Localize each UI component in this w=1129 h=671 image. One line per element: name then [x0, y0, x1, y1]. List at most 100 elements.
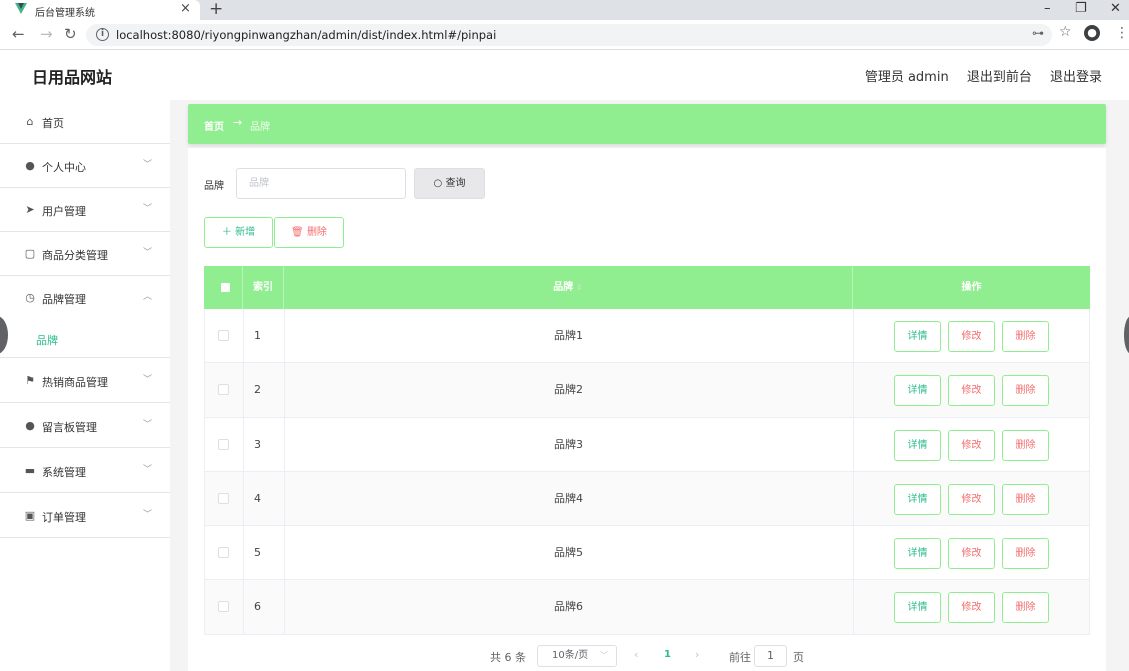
reload-icon[interactable]: ↻: [64, 25, 77, 43]
goto-page-input[interactable]: 1: [754, 645, 787, 667]
app-header: 日用品网站 管理员 admin 退出到前台 退出登录: [0, 50, 1129, 100]
bookmark-star-icon[interactable]: ☆: [1059, 24, 1072, 40]
row-index: 3: [254, 437, 261, 451]
sidebar-item-label: 订单管理: [42, 511, 86, 524]
back-icon[interactable]: ←: [12, 25, 25, 43]
content-panel: 品牌 ○ 查询 ＋ 新增 🗑 删除 索引 品牌⇕ 操作 1品牌1详情修改删除2品…: [188, 148, 1106, 671]
sidebar-item-orders[interactable]: ▣ 订单管理 ﹀: [0, 494, 170, 538]
clock-icon: ◷: [25, 291, 35, 304]
row-border: [1089, 526, 1090, 581]
menu-kebab-icon[interactable]: ⋮: [1115, 25, 1129, 41]
row-checkbox[interactable]: [218, 384, 229, 396]
key-icon[interactable]: ⊶: [1032, 26, 1044, 40]
send-icon: ➤: [25, 203, 35, 216]
sidebar-item-hot-products[interactable]: ⚑ 热销商品管理 ﹀: [0, 359, 170, 403]
row-checkbox[interactable]: [218, 547, 229, 559]
breadcrumb-arrow-icon: →: [233, 116, 243, 129]
page-number-current[interactable]: 1: [664, 649, 671, 660]
tab-close-icon[interactable]: ×: [180, 1, 191, 16]
sidebar-item-label: 商品分类管理: [42, 249, 108, 262]
batch-delete-button[interactable]: 🗑 删除: [274, 217, 344, 248]
row-checkbox[interactable]: [218, 438, 229, 450]
vue-logo-icon: [15, 3, 27, 14]
delete-row-button[interactable]: 删除: [1002, 483, 1049, 515]
exit-to-front-link[interactable]: 退出到前台: [967, 70, 1032, 85]
delete-row-button[interactable]: 删除: [1002, 321, 1049, 352]
select-all-checkbox[interactable]: [221, 283, 230, 292]
edit-button[interactable]: 修改: [948, 429, 995, 461]
table-row: 5 品牌5 详情 修改 删除: [204, 526, 1090, 581]
search-label: 品牌: [204, 181, 224, 192]
sidebar-item-users[interactable]: ➤ 用户管理 ﹀: [0, 188, 170, 232]
sidebar-item-home[interactable]: ⌂ 首页: [0, 100, 170, 144]
account-icon[interactable]: ●: [1084, 25, 1100, 41]
breadcrumb-home[interactable]: 首页: [204, 118, 224, 133]
delete-row-button[interactable]: 删除: [1002, 592, 1049, 624]
row-border: [243, 526, 244, 581]
table-body: 1 品牌1 详情 修改 删除 2 品牌2 详情 修改 删除 3 品牌3 详情 修改 删除 4 品牌4 详情 修改 删除…: [204, 309, 1090, 635]
row-checkbox[interactable]: [218, 330, 229, 341]
detail-button[interactable]: 详情: [894, 429, 941, 461]
sidebar: ⌂ 首页 ● 个人中心 ﹀ ➤ 用户管理 ﹀ ▢ 商品分类管理 ﹀ ◷ 品牌管理…: [0, 100, 170, 671]
detail-button[interactable]: 详情: [894, 592, 941, 624]
sidebar-subitem-brand[interactable]: 品牌: [0, 320, 170, 358]
row-brand: 品牌1: [554, 329, 583, 342]
restore-icon[interactable]: ❐: [1075, 1, 1087, 16]
sort-icon[interactable]: ⇕: [576, 283, 583, 292]
browser-tab[interactable]: 后台管理系统 ×: [0, 0, 200, 20]
goto-label: 前往: [729, 651, 751, 664]
user-icon: ●: [25, 159, 35, 172]
url-text: localhost:8080/riyongpinwangzhan/admin/d…: [116, 28, 497, 42]
row-border: [204, 417, 205, 472]
edit-button[interactable]: 修改: [948, 321, 995, 352]
tab-title: 后台管理系统: [35, 8, 95, 19]
table-row: 1 品牌1 详情 修改 删除: [204, 309, 1090, 364]
row-border: [204, 580, 205, 635]
new-tab-icon[interactable]: +: [209, 0, 223, 19]
page-suffix: 页: [793, 651, 804, 664]
edit-button[interactable]: 修改: [948, 538, 995, 570]
row-brand: 品牌4: [554, 491, 583, 505]
page-size-select[interactable]: 10条/页 ﹀: [537, 645, 617, 667]
delete-row-button[interactable]: 删除: [1002, 429, 1049, 461]
add-button-label: 新增: [235, 227, 256, 238]
omnibox[interactable]: i localhost:8080/riyongpinwangzhan/admin…: [86, 24, 1052, 46]
sidebar-item-system[interactable]: ▬ 系统管理 ﹀: [0, 449, 170, 493]
header-brand[interactable]: 品牌 ⇕: [284, 266, 853, 309]
sidebar-item-category[interactable]: ▢ 商品分类管理 ﹀: [0, 232, 170, 276]
detail-button[interactable]: 详情: [894, 483, 941, 515]
header-ops: 操作: [853, 266, 1090, 309]
row-checkbox[interactable]: [218, 601, 229, 613]
edit-button[interactable]: 修改: [948, 592, 995, 624]
info-icon[interactable]: i: [96, 28, 109, 41]
detail-button[interactable]: 详情: [894, 538, 941, 570]
row-border: [243, 417, 244, 472]
brand-search-input[interactable]: [236, 168, 406, 199]
delete-row-button[interactable]: 删除: [1002, 538, 1049, 570]
sidebar-item-brand[interactable]: ◷ 品牌管理 ︿: [0, 276, 170, 320]
sidebar-item-label: 个人中心: [42, 161, 86, 174]
row-brand: 品牌3: [554, 437, 583, 451]
edit-button[interactable]: 修改: [948, 375, 995, 407]
row-index: 1: [254, 329, 261, 342]
search-button[interactable]: ○ 查询: [414, 168, 485, 199]
next-page-icon[interactable]: ›: [695, 648, 699, 661]
window-close-icon[interactable]: ✕: [1110, 1, 1121, 16]
add-button[interactable]: ＋ 新增: [204, 217, 273, 248]
minimize-icon[interactable]: –: [1044, 1, 1051, 16]
clipboard-icon: ▣: [24, 509, 36, 522]
row-border: [1089, 580, 1090, 635]
detail-button[interactable]: 详情: [894, 375, 941, 407]
sidebar-item-label: 热销商品管理: [42, 376, 108, 389]
logout-link[interactable]: 退出登录: [1050, 70, 1102, 85]
sidebar-item-personal[interactable]: ● 个人中心 ﹀: [0, 144, 170, 188]
delete-row-button[interactable]: 删除: [1002, 375, 1049, 407]
row-border: [204, 526, 205, 581]
forward-icon[interactable]: →: [40, 25, 53, 43]
sidebar-item-messages[interactable]: ● 留言板管理 ﹀: [0, 404, 170, 448]
detail-button[interactable]: 详情: [894, 321, 941, 352]
row-checkbox[interactable]: [218, 492, 229, 504]
edit-button[interactable]: 修改: [948, 483, 995, 515]
chevron-down-icon: ﹀: [143, 465, 153, 475]
prev-page-icon[interactable]: ‹: [634, 648, 638, 661]
